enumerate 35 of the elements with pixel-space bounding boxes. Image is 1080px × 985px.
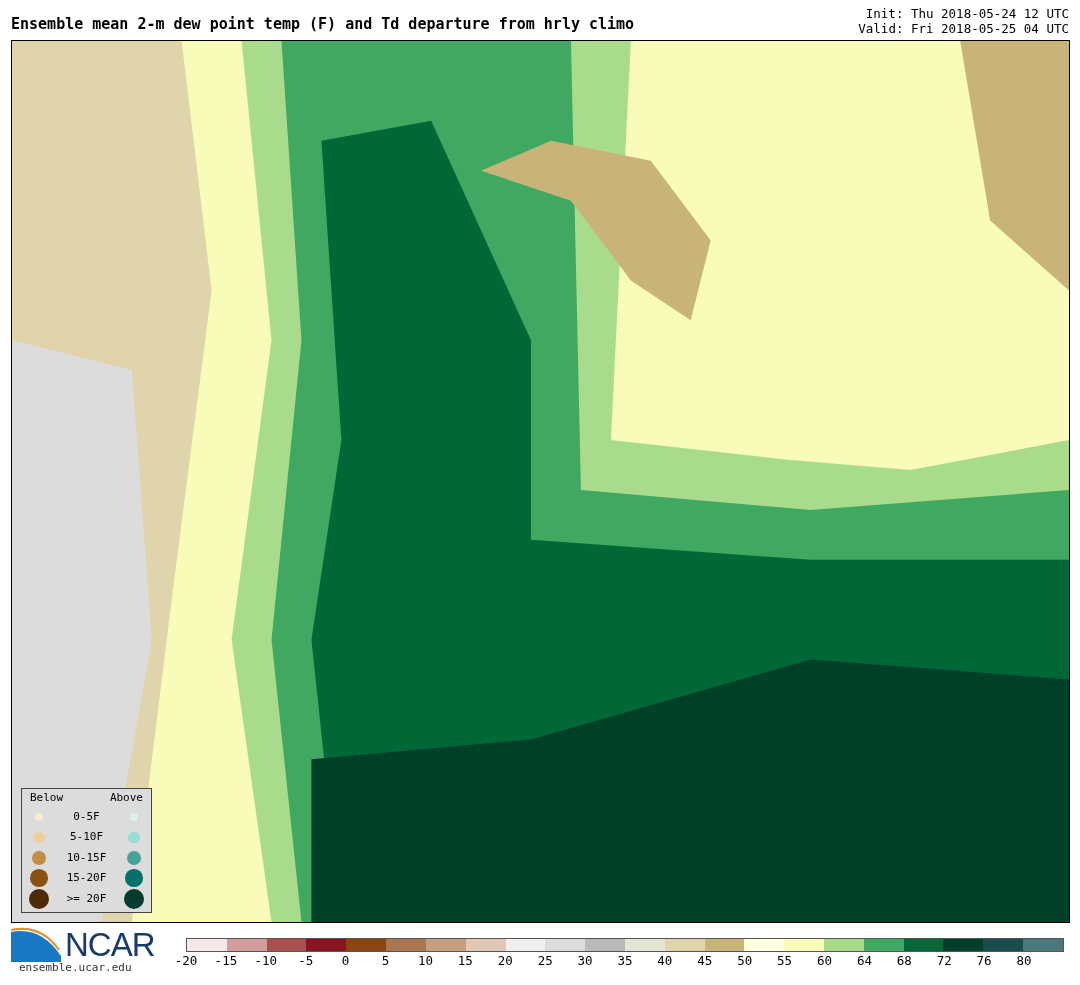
logo-swoosh-icon (11, 926, 61, 962)
tick-label: 80 (1016, 953, 1032, 968)
tick-label: 20 (497, 953, 513, 968)
valid-time: Valid: Fri 2018-05-25 04 UTC (858, 21, 1069, 38)
legend-heading: Above (109, 790, 143, 806)
tick-label: 72 (936, 953, 952, 968)
tick-label: 76 (976, 953, 992, 968)
legend-label: 0-5F (72, 808, 101, 825)
init-time: Init: Thu 2018-05-24 12 UTC (864, 6, 1069, 21)
tick-label: -20 (174, 953, 198, 968)
tick-label: 50 (737, 953, 753, 968)
tick-label: 68 (896, 953, 912, 968)
legend-heading: Below (30, 790, 64, 806)
tick-label: 0 (341, 953, 350, 968)
website-url: ensemble.ucar.edu (19, 962, 133, 973)
tick-label: 45 (697, 953, 713, 968)
tick-label: 35 (617, 953, 633, 968)
logo-text: NCAR (65, 927, 155, 961)
chart-title: Ensemble mean 2-m dew point temp (F) and Td departure from hrly climo (11, 17, 635, 35)
tick-label: 25 (537, 953, 553, 968)
legend-label: >= 20F (65, 890, 108, 907)
tick-label: 40 (657, 953, 673, 968)
tick-label: 15 (457, 953, 473, 968)
tick-label: -10 (254, 953, 278, 968)
tick-label: 30 (577, 953, 593, 968)
tick-label: 64 (856, 953, 872, 968)
tick-label: -15 (214, 953, 238, 968)
tick-label: -5 (298, 953, 314, 968)
tick-label: 5 (381, 953, 390, 968)
tick-label: 55 (777, 953, 793, 968)
tick-label: 10 (417, 953, 433, 968)
legend-label: 10-15F (65, 849, 108, 866)
legend-label: 5-10F (68, 829, 105, 845)
legend-label: 15-20F (65, 870, 108, 886)
tick-label: 60 (816, 953, 833, 968)
